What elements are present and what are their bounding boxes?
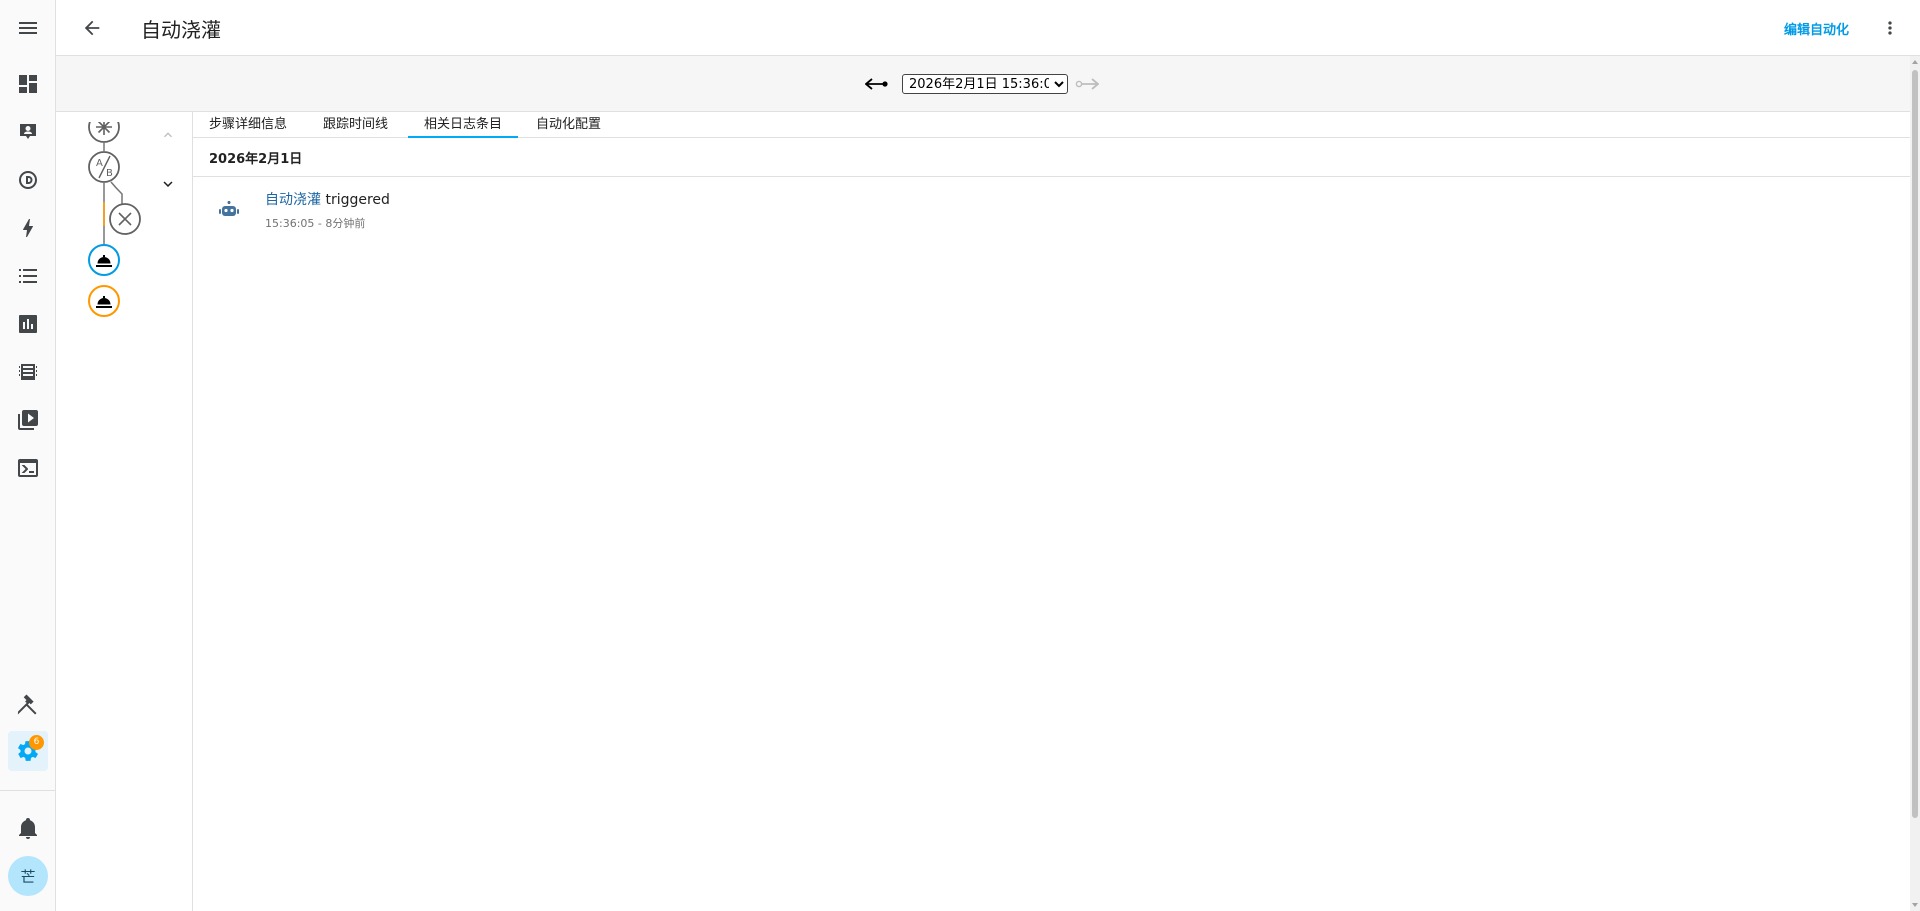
tab-trace-timeline[interactable]: 跟踪时间线: [307, 112, 404, 138]
sidebar-item-media[interactable]: [8, 400, 48, 440]
trace-tabs: 步骤详细信息 跟踪时间线 相关日志条目 自动化配置: [193, 112, 1910, 138]
top-app-bar: 自动浇灌 编辑自动化: [56, 0, 1920, 56]
trace-select[interactable]: 2026年2月1日 15:36:05: [902, 74, 1068, 94]
caret-down-icon: [1912, 903, 1918, 907]
sidebar-item-dashboard[interactable]: [8, 64, 48, 104]
bell-icon: [19, 818, 37, 839]
sidebar-item-todo[interactable]: [8, 256, 48, 296]
terminal-icon: [18, 459, 38, 477]
trigger-node[interactable]: [88, 122, 120, 143]
media-icon: [18, 410, 38, 430]
dots-vertical-icon: [1888, 21, 1892, 35]
calendar-icon: [19, 364, 37, 380]
logbook-entry-time: 15:36:05 - 8分钟前: [265, 217, 366, 230]
ray-end-arrow-icon: [865, 78, 888, 90]
logbook-entry-message: triggered: [321, 192, 390, 208]
developer-tools-icon: [17, 694, 37, 715]
notifications-button[interactable]: [8, 808, 48, 848]
logbook-entry-icon: [216, 198, 242, 224]
user-avatar[interactable]: 芒: [8, 856, 48, 896]
sidebar-item-energy[interactable]: [8, 208, 48, 248]
logbook-divider: [193, 176, 1910, 177]
svg-text:A: A: [96, 158, 103, 169]
logbook-entry-name[interactable]: 自动浇灌: [265, 192, 321, 208]
newer-trace-button[interactable]: [1074, 73, 1100, 95]
back-button[interactable]: [76, 12, 108, 44]
chevron-down-icon: [163, 181, 173, 187]
logbook-date-heading: 2026年2月1日: [209, 152, 303, 167]
caret-up-icon: [1912, 60, 1918, 64]
edit-automation-button[interactable]: 编辑自动化: [1784, 19, 1849, 38]
sidebar-item-settings[interactable]: 6: [8, 731, 48, 771]
older-trace-button[interactable]: [864, 73, 890, 95]
dashboard-icon: [19, 75, 37, 93]
scroll-down-arrow[interactable]: [1910, 899, 1920, 911]
sidebar-divider: [0, 790, 56, 791]
sidebar-item-calendar[interactable]: [8, 352, 48, 392]
settings-badge: 6: [29, 735, 44, 750]
todo-icon: [19, 269, 37, 283]
energy-icon: [22, 219, 33, 237]
tab-related-logbook[interactable]: 相关日志条目: [408, 112, 519, 138]
tab-step-details[interactable]: 步骤详细信息: [193, 112, 303, 138]
logbook-icon: [18, 171, 37, 189]
page-scrollbar[interactable]: [1910, 56, 1920, 911]
page-title: 自动浇灌: [141, 18, 221, 42]
condition-fail-node[interactable]: [109, 203, 141, 235]
next-node-button[interactable]: [158, 174, 178, 194]
condition-node[interactable]: A B: [88, 151, 120, 183]
menu-icon: [19, 22, 37, 34]
sidebar-item-developer-tools[interactable]: [8, 684, 48, 724]
arrow-left-icon: [84, 20, 100, 36]
action-node-2[interactable]: [88, 285, 120, 317]
overflow-menu-button[interactable]: [1876, 14, 1904, 42]
robot-icon: [219, 201, 239, 216]
trace-navigation-bar: 2026年2月1日 15:36:05: [56, 56, 1910, 112]
sidebar-item-map[interactable]: [8, 112, 48, 152]
sidebar-item-logbook[interactable]: [8, 160, 48, 200]
sidebar-item-history[interactable]: [8, 304, 48, 344]
map-icon: [20, 124, 36, 139]
scroll-up-arrow[interactable]: [1910, 56, 1920, 68]
trace-graph-panel: A B: [56, 112, 193, 911]
svg-text:B: B: [106, 168, 113, 179]
trace-graph: A B: [88, 122, 141, 317]
action-node-1[interactable]: [88, 244, 120, 276]
chevron-up-icon: [164, 132, 172, 138]
ray-start-arrow-icon: [1075, 78, 1099, 90]
sidebar-item-terminal[interactable]: [8, 448, 48, 488]
previous-node-button[interactable]: [158, 125, 178, 145]
scrollbar-thumb[interactable]: [1912, 70, 1918, 818]
tab-automation-config[interactable]: 自动化配置: [520, 112, 617, 138]
logbook-entry: 自动浇灌 triggered: [265, 189, 390, 209]
menu-button[interactable]: [8, 8, 48, 48]
sidebar: 6 芒: [0, 0, 56, 911]
history-icon: [19, 315, 37, 333]
